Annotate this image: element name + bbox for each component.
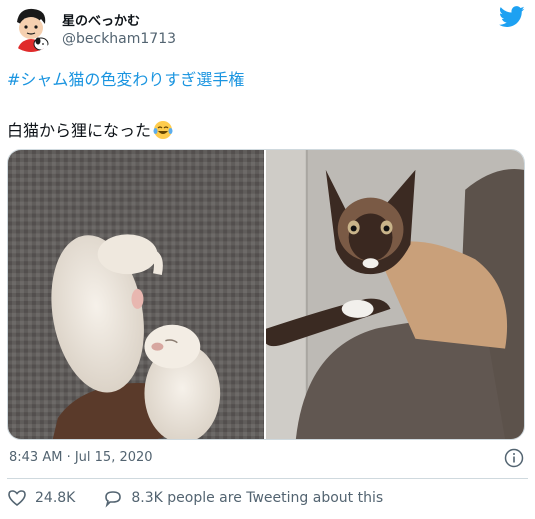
avatar[interactable] — [7, 4, 55, 52]
user-handle[interactable]: @beckham1713 — [62, 31, 176, 47]
heart-icon — [8, 490, 26, 507]
people-tweeting-link[interactable]: 8.3K people are Tweeting about this — [103, 488, 383, 508]
tweeting-about-text: 8.3K people are Tweeting about this — [131, 490, 384, 506]
photo-grid — [7, 149, 525, 440]
tweet-text-line: 白猫から狸になった — [7, 117, 173, 141]
like-count: 24.8K — [35, 490, 76, 506]
white-kittens-image — [8, 150, 264, 439]
display-name[interactable]: 星のべっかむ — [62, 10, 140, 29]
twitter-bird-icon[interactable] — [499, 6, 525, 28]
photo-white-kittens[interactable] — [8, 150, 264, 439]
siamese-cat-image — [266, 150, 524, 439]
like-button[interactable]: 24.8K — [7, 488, 75, 508]
embedded-tweet-card: 星のべっかむ @beckham1713 #シャム猫の色変わりすぎ選手権 白猫から… — [0, 0, 535, 519]
tweet-actions: 24.8K 8.3K people are Tweeting about thi… — [7, 488, 383, 508]
photo-siamese-cat[interactable] — [266, 150, 524, 439]
hashtag-link[interactable]: #シャム猫の色変わりすぎ選手権 — [7, 66, 244, 90]
face-with-tears-of-joy-icon — [153, 121, 173, 139]
info-icon[interactable] — [504, 448, 524, 468]
cartoon-avatar — [7, 4, 55, 52]
speech-bubble-icon — [105, 491, 122, 508]
divider — [7, 478, 528, 479]
tweet-timestamp[interactable]: 8:43 AM · Jul 15, 2020 — [9, 450, 153, 465]
tweet-text: 白猫から狸になった — [7, 121, 152, 140]
